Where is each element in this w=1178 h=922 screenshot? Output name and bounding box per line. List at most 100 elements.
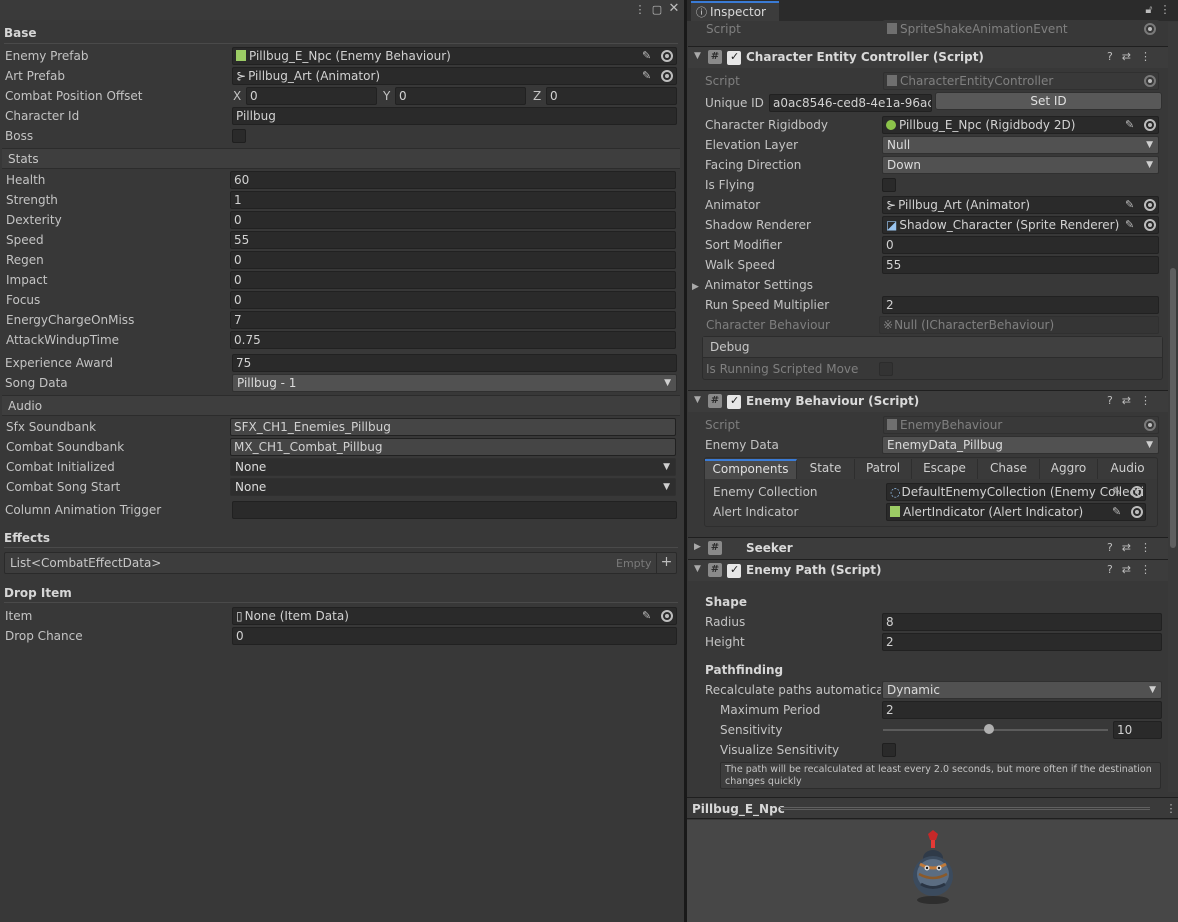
tab-components[interactable]: Components — [705, 459, 797, 479]
art-prefab-field[interactable]: ⊱ Pillbug_Art (Animator) — [232, 67, 677, 85]
recalculate-dropdown[interactable]: Dynamic ▼ — [882, 681, 1162, 699]
enemy-prefab-field[interactable]: Pillbug_E_Npc (Enemy Behaviour) — [232, 47, 677, 65]
stat-value-field[interactable]: 55 — [230, 231, 676, 249]
unique-id-field[interactable]: a0ac8546-ced8-4e1a-96ac — [769, 94, 932, 112]
component-enabled-checkbox[interactable] — [727, 394, 741, 409]
more-options-icon[interactable]: ⋮ — [1164, 802, 1178, 816]
run-speed-multiplier-field[interactable]: 2 — [882, 296, 1159, 314]
object-picker-icon[interactable] — [661, 50, 673, 62]
tab-chase[interactable]: Chase — [978, 459, 1040, 479]
maximum-period-field[interactable]: 2 — [882, 701, 1162, 719]
close-icon[interactable]: ✕ — [667, 2, 681, 16]
pencil-icon[interactable]: ✎ — [642, 70, 654, 82]
stat-value-field[interactable]: 0 — [230, 271, 676, 289]
pencil-icon[interactable]: ✎ — [1112, 506, 1124, 518]
stat-value-field[interactable]: 0 — [230, 251, 676, 269]
pencil-icon[interactable]: ✎ — [1112, 486, 1124, 498]
offset-z-field[interactable]: 0 — [546, 87, 677, 105]
stat-value-field[interactable]: 7 — [230, 311, 676, 329]
lock-icon[interactable]: 🔓︎ — [1142, 3, 1156, 17]
facing-direction-dropdown[interactable]: Down ▼ — [882, 156, 1159, 174]
character-entity-controller-header[interactable]: ▼ # Character Entity Controller (Script)… — [688, 46, 1168, 68]
alert-indicator-field[interactable]: AlertIndicator (Alert Indicator) — [886, 503, 1146, 521]
combat-soundbank-field[interactable]: MX_CH1_Combat_Pillbug — [230, 438, 676, 456]
song-data-dropdown[interactable]: Pillbug - 1 ▼ — [232, 374, 677, 392]
character-id-field[interactable]: Pillbug — [232, 107, 677, 125]
object-picker-icon[interactable] — [661, 70, 673, 82]
inspector-scrollbar-thumb[interactable] — [1170, 268, 1176, 548]
more-options-icon[interactable]: ⋮ — [633, 3, 647, 17]
foldout-arrow-icon[interactable]: ▼ — [694, 564, 701, 574]
stat-value-field[interactable]: 60 — [230, 171, 676, 189]
tab-patrol[interactable]: Patrol — [855, 459, 912, 479]
pencil-icon[interactable]: ✎ — [1125, 219, 1137, 231]
component-header-icons[interactable]: ?⇄⋮ — [1107, 541, 1160, 554]
drag-handle[interactable] — [780, 807, 1150, 810]
object-picker-icon[interactable] — [1144, 199, 1156, 211]
sensitivity-field[interactable]: 10 — [1113, 721, 1162, 739]
pencil-icon[interactable]: ✎ — [642, 50, 654, 62]
sort-modifier-field[interactable]: 0 — [882, 236, 1159, 254]
preview-header[interactable]: Pillbug_E_Npc ⋮ — [687, 797, 1178, 819]
visualize-sensitivity-checkbox[interactable] — [882, 743, 896, 757]
effects-list[interactable]: List<CombatEffectData> Empty + — [4, 552, 677, 574]
foldout-arrow-icon[interactable]: ▼ — [694, 395, 701, 405]
animator-settings-foldout[interactable]: ▶ Animator Settings — [692, 278, 813, 292]
component-header-icons[interactable]: ?⇄⋮ — [1107, 563, 1160, 576]
column-animation-trigger-field[interactable] — [232, 501, 677, 519]
object-picker-icon[interactable] — [661, 610, 673, 622]
enemy-data-dropdown[interactable]: EnemyData_Pillbug ▼ — [882, 436, 1159, 454]
seeker-header[interactable]: ▶ # Seeker ?⇄⋮ — [688, 537, 1168, 559]
stat-value-field[interactable]: 0.75 — [230, 331, 676, 349]
enemy-collection-field[interactable]: ◌DefaultEnemyCollection (Enemy Collecti — [886, 483, 1146, 501]
foldout-arrow-icon[interactable]: ▶ — [694, 542, 701, 552]
experience-award-field[interactable]: 75 — [232, 354, 677, 372]
object-picker-icon[interactable] — [1144, 219, 1156, 231]
tab-inspector[interactable]: ⓘ Inspector — [691, 1, 779, 21]
offset-y-field[interactable]: 0 — [395, 87, 526, 105]
component-header-icons[interactable]: ?⇄⋮ — [1107, 50, 1160, 63]
tab-state[interactable]: State — [797, 459, 855, 479]
stat-value-field[interactable]: 0 — [230, 291, 676, 309]
boss-checkbox[interactable] — [232, 129, 246, 143]
height-field[interactable]: 2 — [882, 633, 1162, 651]
shadow-renderer-field[interactable]: ◪ Shadow_Character (Sprite Renderer) — [882, 216, 1159, 234]
add-element-button[interactable]: + — [656, 553, 676, 573]
tab-escape[interactable]: Escape — [912, 459, 978, 479]
is-flying-checkbox[interactable] — [882, 178, 896, 192]
item-field[interactable]: ▯ None (Item Data) — [232, 607, 677, 625]
offset-x-field[interactable]: 0 — [246, 87, 377, 105]
maximize-icon[interactable]: ▢ — [650, 3, 664, 17]
set-id-button[interactable]: Set ID — [935, 92, 1162, 110]
stat-value-field[interactable]: 1 — [230, 191, 676, 209]
tab-audio[interactable]: Audio — [1098, 459, 1157, 479]
stats-group[interactable]: Stats — [2, 148, 680, 169]
tab-aggro[interactable]: Aggro — [1040, 459, 1098, 479]
sensitivity-slider-track[interactable] — [883, 729, 1108, 731]
pencil-icon[interactable]: ✎ — [642, 610, 654, 622]
debug-header-bar[interactable]: Debug — [703, 337, 1162, 358]
object-picker-icon[interactable] — [1131, 486, 1143, 498]
drop-chance-field[interactable]: 0 — [232, 627, 677, 645]
component-enabled-checkbox[interactable] — [727, 50, 741, 65]
combat-initialized-dropdown[interactable]: None ▼ — [230, 458, 676, 476]
enemy-path-header[interactable]: ▼ # Enemy Path (Script) ?⇄⋮ — [688, 559, 1168, 581]
pencil-icon[interactable]: ✎ — [1125, 199, 1137, 211]
radius-field[interactable]: 8 — [882, 613, 1162, 631]
animator-field[interactable]: ⊱ Pillbug_Art (Animator) — [882, 196, 1159, 214]
walk-speed-field[interactable]: 55 — [882, 256, 1159, 274]
pencil-icon[interactable]: ✎ — [1125, 119, 1137, 131]
audio-group[interactable]: Audio — [2, 395, 680, 416]
stat-value-field[interactable]: 0 — [230, 211, 676, 229]
combat-song-start-dropdown[interactable]: None ▼ — [230, 478, 676, 496]
object-picker-icon[interactable] — [1131, 506, 1143, 518]
character-rigidbody-field[interactable]: Pillbug_E_Npc (Rigidbody 2D) — [882, 116, 1159, 134]
object-picker-icon[interactable] — [1144, 119, 1156, 131]
sfx-soundbank-field[interactable]: SFX_CH1_Enemies_Pillbug — [230, 418, 676, 436]
enemy-behaviour-header[interactable]: ▼ # Enemy Behaviour (Script) ?⇄⋮ — [688, 390, 1168, 412]
more-options-icon[interactable]: ⋮ — [1158, 3, 1172, 17]
foldout-arrow-icon[interactable]: ▼ — [694, 51, 701, 61]
component-header-icons[interactable]: ?⇄⋮ — [1107, 394, 1160, 407]
sensitivity-slider-handle[interactable] — [983, 724, 994, 734]
component-enabled-checkbox[interactable] — [727, 563, 741, 578]
